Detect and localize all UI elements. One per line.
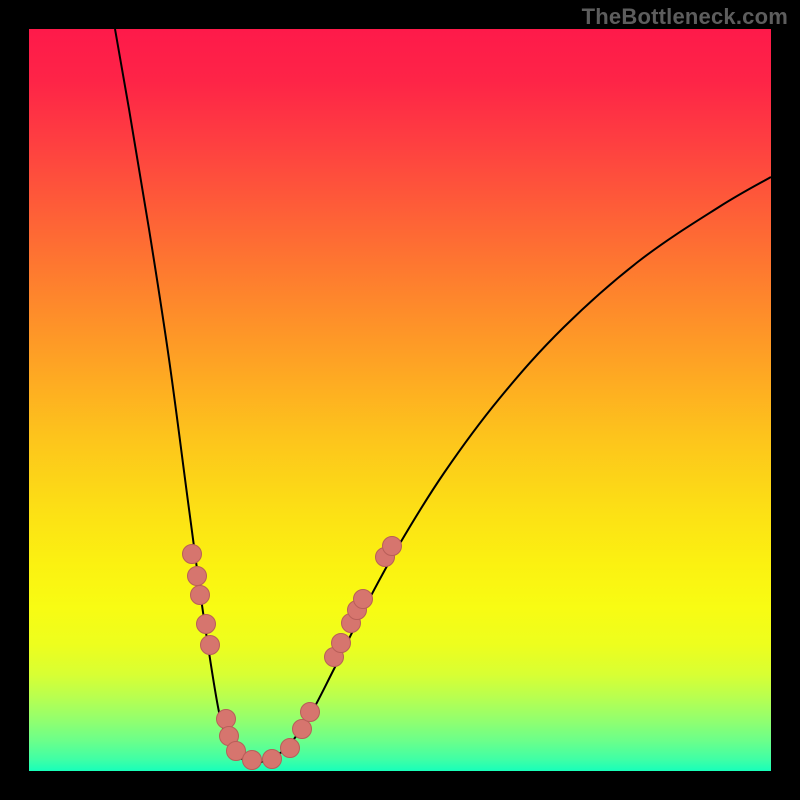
scatter-dot <box>293 720 312 739</box>
scatter-dot <box>243 751 262 770</box>
watermark-text: TheBottleneck.com <box>582 4 788 30</box>
chart-overlay <box>29 29 771 771</box>
scatter-dot <box>281 739 300 758</box>
scatter-dot <box>188 567 207 586</box>
scatter-dot <box>383 537 402 556</box>
scatter-dot <box>354 590 373 609</box>
scatter-dot <box>332 634 351 653</box>
scatter-dot <box>183 545 202 564</box>
scatter-dot <box>217 710 236 729</box>
scatter-dot <box>191 586 210 605</box>
scatter-dot <box>201 636 220 655</box>
curve-right-branch <box>262 177 771 762</box>
scatter-dot <box>301 703 320 722</box>
scatter-dots <box>183 537 402 770</box>
scatter-dot <box>263 750 282 769</box>
curve-left-branch <box>115 29 262 762</box>
app-frame: TheBottleneck.com <box>0 0 800 800</box>
scatter-dot <box>197 615 216 634</box>
